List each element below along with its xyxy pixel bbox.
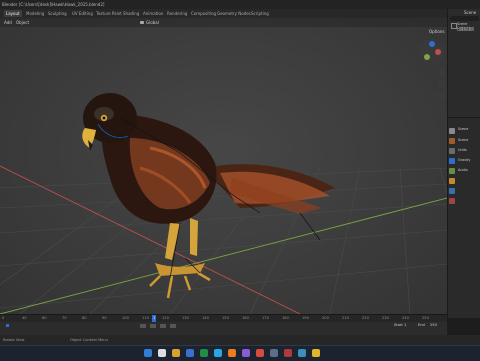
media-icon[interactable] — [284, 349, 292, 357]
tab-shading[interactable]: Shading — [121, 10, 141, 17]
timeline-tick-label: 130 — [182, 316, 189, 320]
zoom-icon[interactable] — [437, 68, 445, 76]
tab-layout[interactable]: Layout — [4, 10, 22, 17]
options-button[interactable]: Options — [429, 27, 444, 36]
tab-compositing[interactable]: Compositing — [189, 10, 218, 17]
properties-panel[interactable]: Scene Scene Units Gravity Audio — [447, 117, 480, 318]
tab-animation[interactable]: Animation — [141, 10, 165, 17]
camera-view-icon[interactable] — [437, 92, 445, 100]
title-bar: Blender [C:\Users\[desk]\Hawk\Hawk_2015.… — [0, 0, 480, 9]
tab-geometry-nodes[interactable]: Geometry Nodes — [215, 10, 253, 17]
mail-icon[interactable] — [186, 349, 194, 357]
tab-scripting[interactable]: Scripting — [249, 10, 271, 17]
timeline-tick-label: 120 — [162, 316, 169, 320]
chrome-icon[interactable] — [256, 349, 264, 357]
timeline-tick-label: 200 — [322, 316, 329, 320]
search-icon[interactable] — [158, 349, 166, 357]
blender-icon[interactable] — [228, 349, 236, 357]
outliner-scene-label: Scene — [464, 10, 477, 15]
properties-row-scene[interactable]: Scene — [458, 138, 468, 142]
render-properties-icon[interactable] — [449, 138, 455, 144]
object-properties-icon[interactable] — [449, 178, 455, 184]
output-properties-icon[interactable] — [449, 148, 455, 154]
timeline-tick-label: 0 — [2, 316, 5, 320]
material-properties-icon[interactable] — [449, 198, 455, 204]
timeline-tick-label: 80 — [82, 316, 87, 320]
tab-uv-editing[interactable]: UV Editing — [70, 10, 95, 17]
timeline-tick-label: 170 — [262, 316, 269, 320]
edge-icon[interactable] — [214, 349, 222, 357]
tab-sculpting[interactable]: Sculpting — [46, 10, 69, 17]
timeline-tick-label: 110 — [142, 316, 149, 320]
timeline-tick-label: 40 — [22, 316, 27, 320]
timeline-tick-label: 90 — [102, 316, 107, 320]
app-icon[interactable] — [242, 349, 250, 357]
timeline-tick-label: 180 — [282, 316, 289, 320]
timeline-tick-label: 160 — [242, 316, 249, 320]
viewport-header: Add Object Global Options — [0, 18, 447, 34]
timeline-panel[interactable]: 0 40 60 70 80 90 100 110 120 130 140 150 160 170 180 19… — [0, 314, 447, 336]
timeline-tick-label: 140 — [202, 316, 209, 320]
menu-add[interactable]: Add — [4, 18, 12, 27]
menu-object[interactable]: Object — [16, 18, 29, 27]
timeline-tick-label: 190 — [302, 316, 309, 320]
tool-properties-icon[interactable] — [449, 128, 455, 134]
current-frame-label[interactable]: 1 — [152, 315, 157, 322]
timeline-tick-label: 230 — [382, 316, 389, 320]
photos-icon[interactable] — [298, 349, 306, 357]
outliner-row-collection[interactable]: Collection — [457, 28, 474, 32]
pan-icon[interactable] — [437, 80, 445, 88]
timeline-tick-label: 210 — [342, 316, 349, 320]
end-frame-field[interactable]: 250 — [430, 323, 437, 327]
viewport-scene — [0, 93, 447, 314]
file-explorer-icon[interactable] — [172, 349, 180, 357]
store-icon[interactable] — [200, 349, 208, 357]
outliner-panel[interactable]: Scene Scene Collection Collection — [447, 9, 480, 117]
jump-start-icon[interactable] — [140, 324, 146, 328]
start-frame-field[interactable]: 1 — [404, 323, 406, 327]
window-title: Blender [C:\Users\[desk]\Hawk\Hawk_2015.… — [2, 2, 105, 7]
y-axis-line — [0, 197, 447, 314]
start-menu-icon[interactable] — [144, 349, 152, 357]
tab-rendering[interactable]: Rendering — [165, 10, 189, 17]
properties-row-gravity[interactable]: Gravity — [458, 158, 470, 162]
settings-icon[interactable] — [270, 349, 278, 357]
notes-icon[interactable] — [312, 349, 320, 357]
timeline-tick-label: 250 — [422, 316, 429, 320]
workspace-tab-bar: Layout Modeling Sculpting UV Editing Tex… — [0, 9, 480, 18]
status-left-hint: Rotate View — [3, 338, 25, 342]
status-center-hint: Object Context Menu — [70, 338, 108, 342]
status-bar: Rotate View Object Context Menu — [0, 335, 480, 345]
play-reverse-icon[interactable] — [150, 324, 156, 328]
outliner-search-input[interactable] — [450, 16, 479, 21]
timeline-tick-label: 240 — [402, 316, 409, 320]
timeline-tick-label: 60 — [42, 316, 47, 320]
properties-row-audio[interactable]: Audio — [458, 168, 468, 172]
scene-properties-icon[interactable] — [449, 158, 455, 164]
timeline-tick-label: 70 — [62, 316, 67, 320]
properties-header: Scene — [458, 127, 469, 131]
transform-orientation-select[interactable]: Global — [146, 18, 159, 27]
floor-grid — [0, 167, 447, 314]
tab-texture-paint[interactable]: Texture Paint — [94, 10, 124, 17]
navigation-gizmo[interactable] — [418, 38, 446, 66]
timeline-tick-label: 220 — [362, 316, 369, 320]
properties-row-units[interactable]: Units — [458, 148, 467, 152]
play-icon[interactable] — [160, 324, 166, 328]
hawk-model[interactable] — [82, 93, 335, 299]
modifier-properties-icon[interactable] — [449, 188, 455, 194]
end-frame-label: End — [418, 323, 425, 327]
timeline-tick-label: 100 — [122, 316, 129, 320]
timeline-tick-label: 150 — [222, 316, 229, 320]
orientation-icon — [140, 21, 144, 24]
timeline-tick-labels: 0 40 60 70 80 90 100 110 120 130 140 150 160 170 180 19… — [0, 315, 447, 322]
tab-modeling[interactable]: Modeling — [24, 10, 46, 17]
jump-end-icon[interactable] — [170, 324, 176, 328]
world-properties-icon[interactable] — [449, 168, 455, 174]
perspective-toggle-icon[interactable] — [437, 104, 445, 112]
os-taskbar — [0, 345, 480, 361]
start-frame-label: Start — [394, 323, 403, 327]
current-frame-marker[interactable] — [6, 324, 9, 327]
3d-viewport[interactable]: Add Object Global Options — [0, 18, 447, 314]
